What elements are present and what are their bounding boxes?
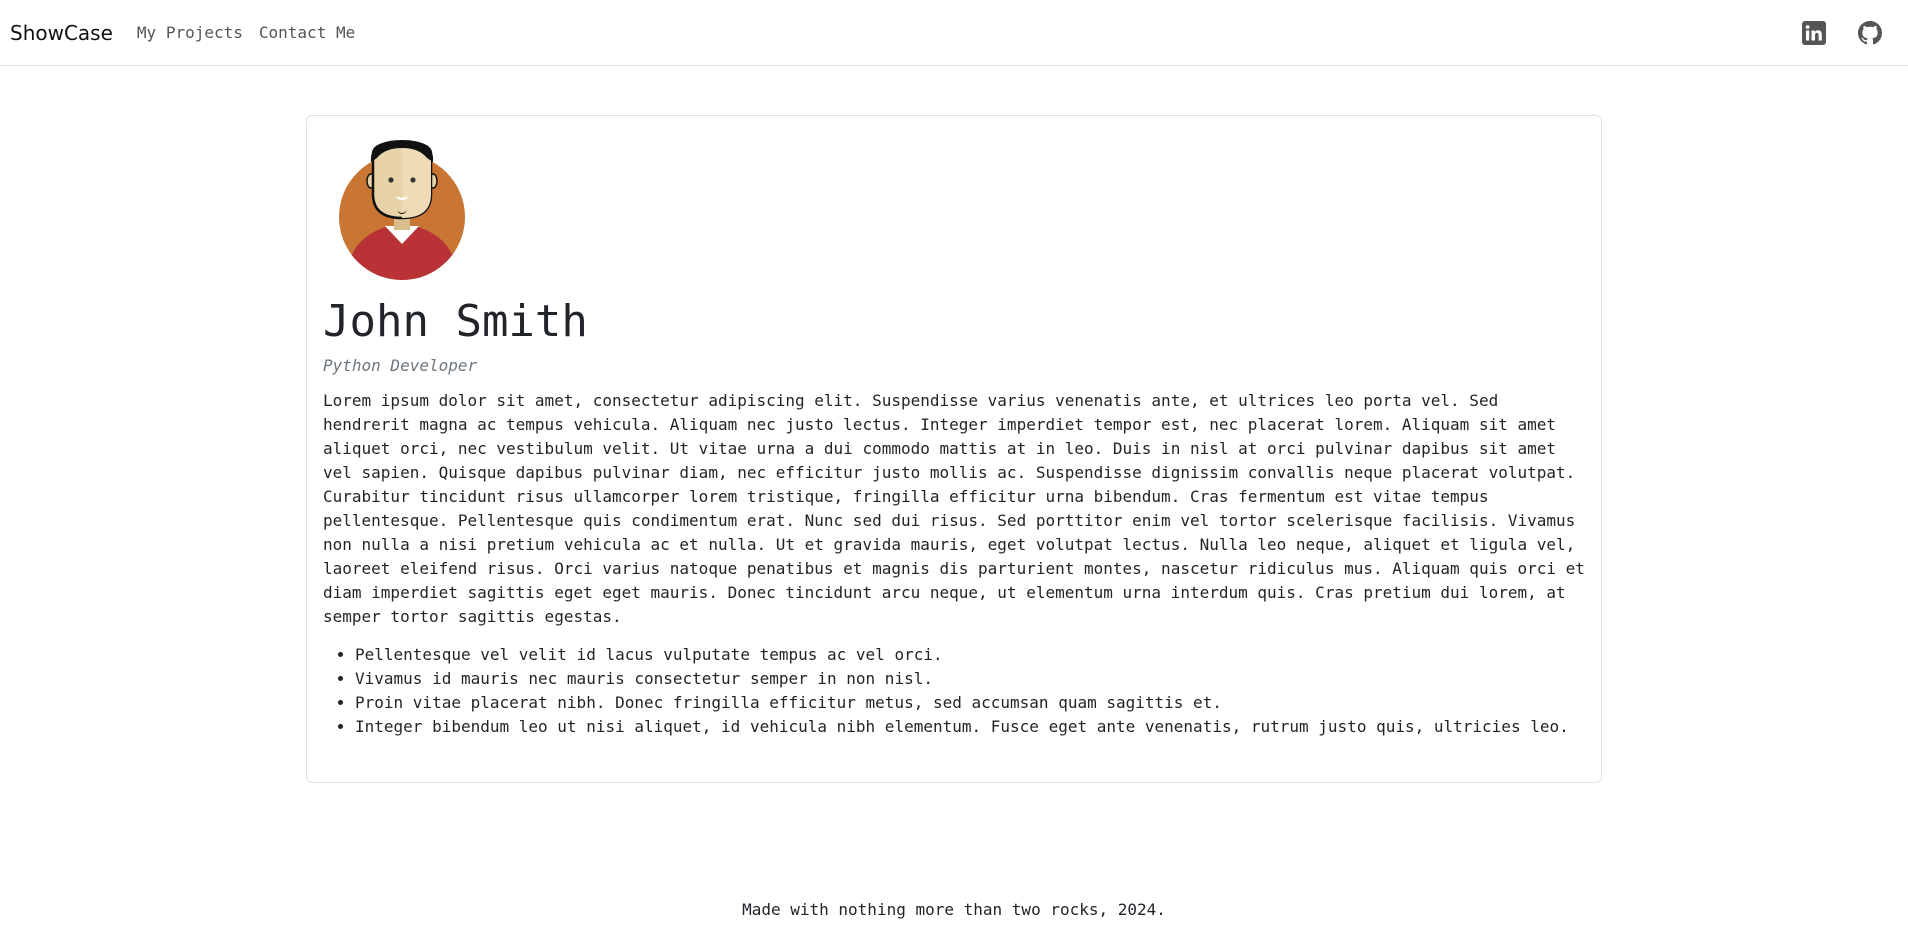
footer: Made with nothing more than two rocks, 2… xyxy=(0,900,1908,919)
list-item: Pellentesque vel velit id lacus vulputat… xyxy=(355,643,1585,667)
github-icon[interactable] xyxy=(1858,20,1882,45)
navbar-left: ShowCase My Projects Contact Me xyxy=(10,21,371,45)
list-item: Integer bibendum leo ut nisi aliquet, id… xyxy=(355,715,1585,739)
nav-link-contact-me[interactable]: Contact Me xyxy=(259,23,355,42)
profile-card: John Smith Python Developer Lorem ipsum … xyxy=(306,115,1602,783)
list-item: Proin vitae placerat nibh. Donec fringil… xyxy=(355,691,1585,715)
list-item: Vivamus id mauris nec mauris consectetur… xyxy=(355,667,1585,691)
brand-link[interactable]: ShowCase xyxy=(10,21,113,45)
profile-role: Python Developer xyxy=(323,356,478,376)
social-links xyxy=(1802,20,1882,45)
navbar: ShowCase My Projects Contact Me xyxy=(0,0,1908,66)
avatar xyxy=(339,140,465,280)
profile-name: John Smith xyxy=(323,296,588,347)
linkedin-icon[interactable] xyxy=(1802,20,1826,45)
highlights-list: Pellentesque vel velit id lacus vulputat… xyxy=(323,643,1585,739)
footer-text: Made with nothing more than two rocks, 2… xyxy=(742,900,1166,919)
nav-link-my-projects[interactable]: My Projects xyxy=(137,23,243,42)
profile-bio: Lorem ipsum dolor sit amet, consectetur … xyxy=(323,391,1585,627)
